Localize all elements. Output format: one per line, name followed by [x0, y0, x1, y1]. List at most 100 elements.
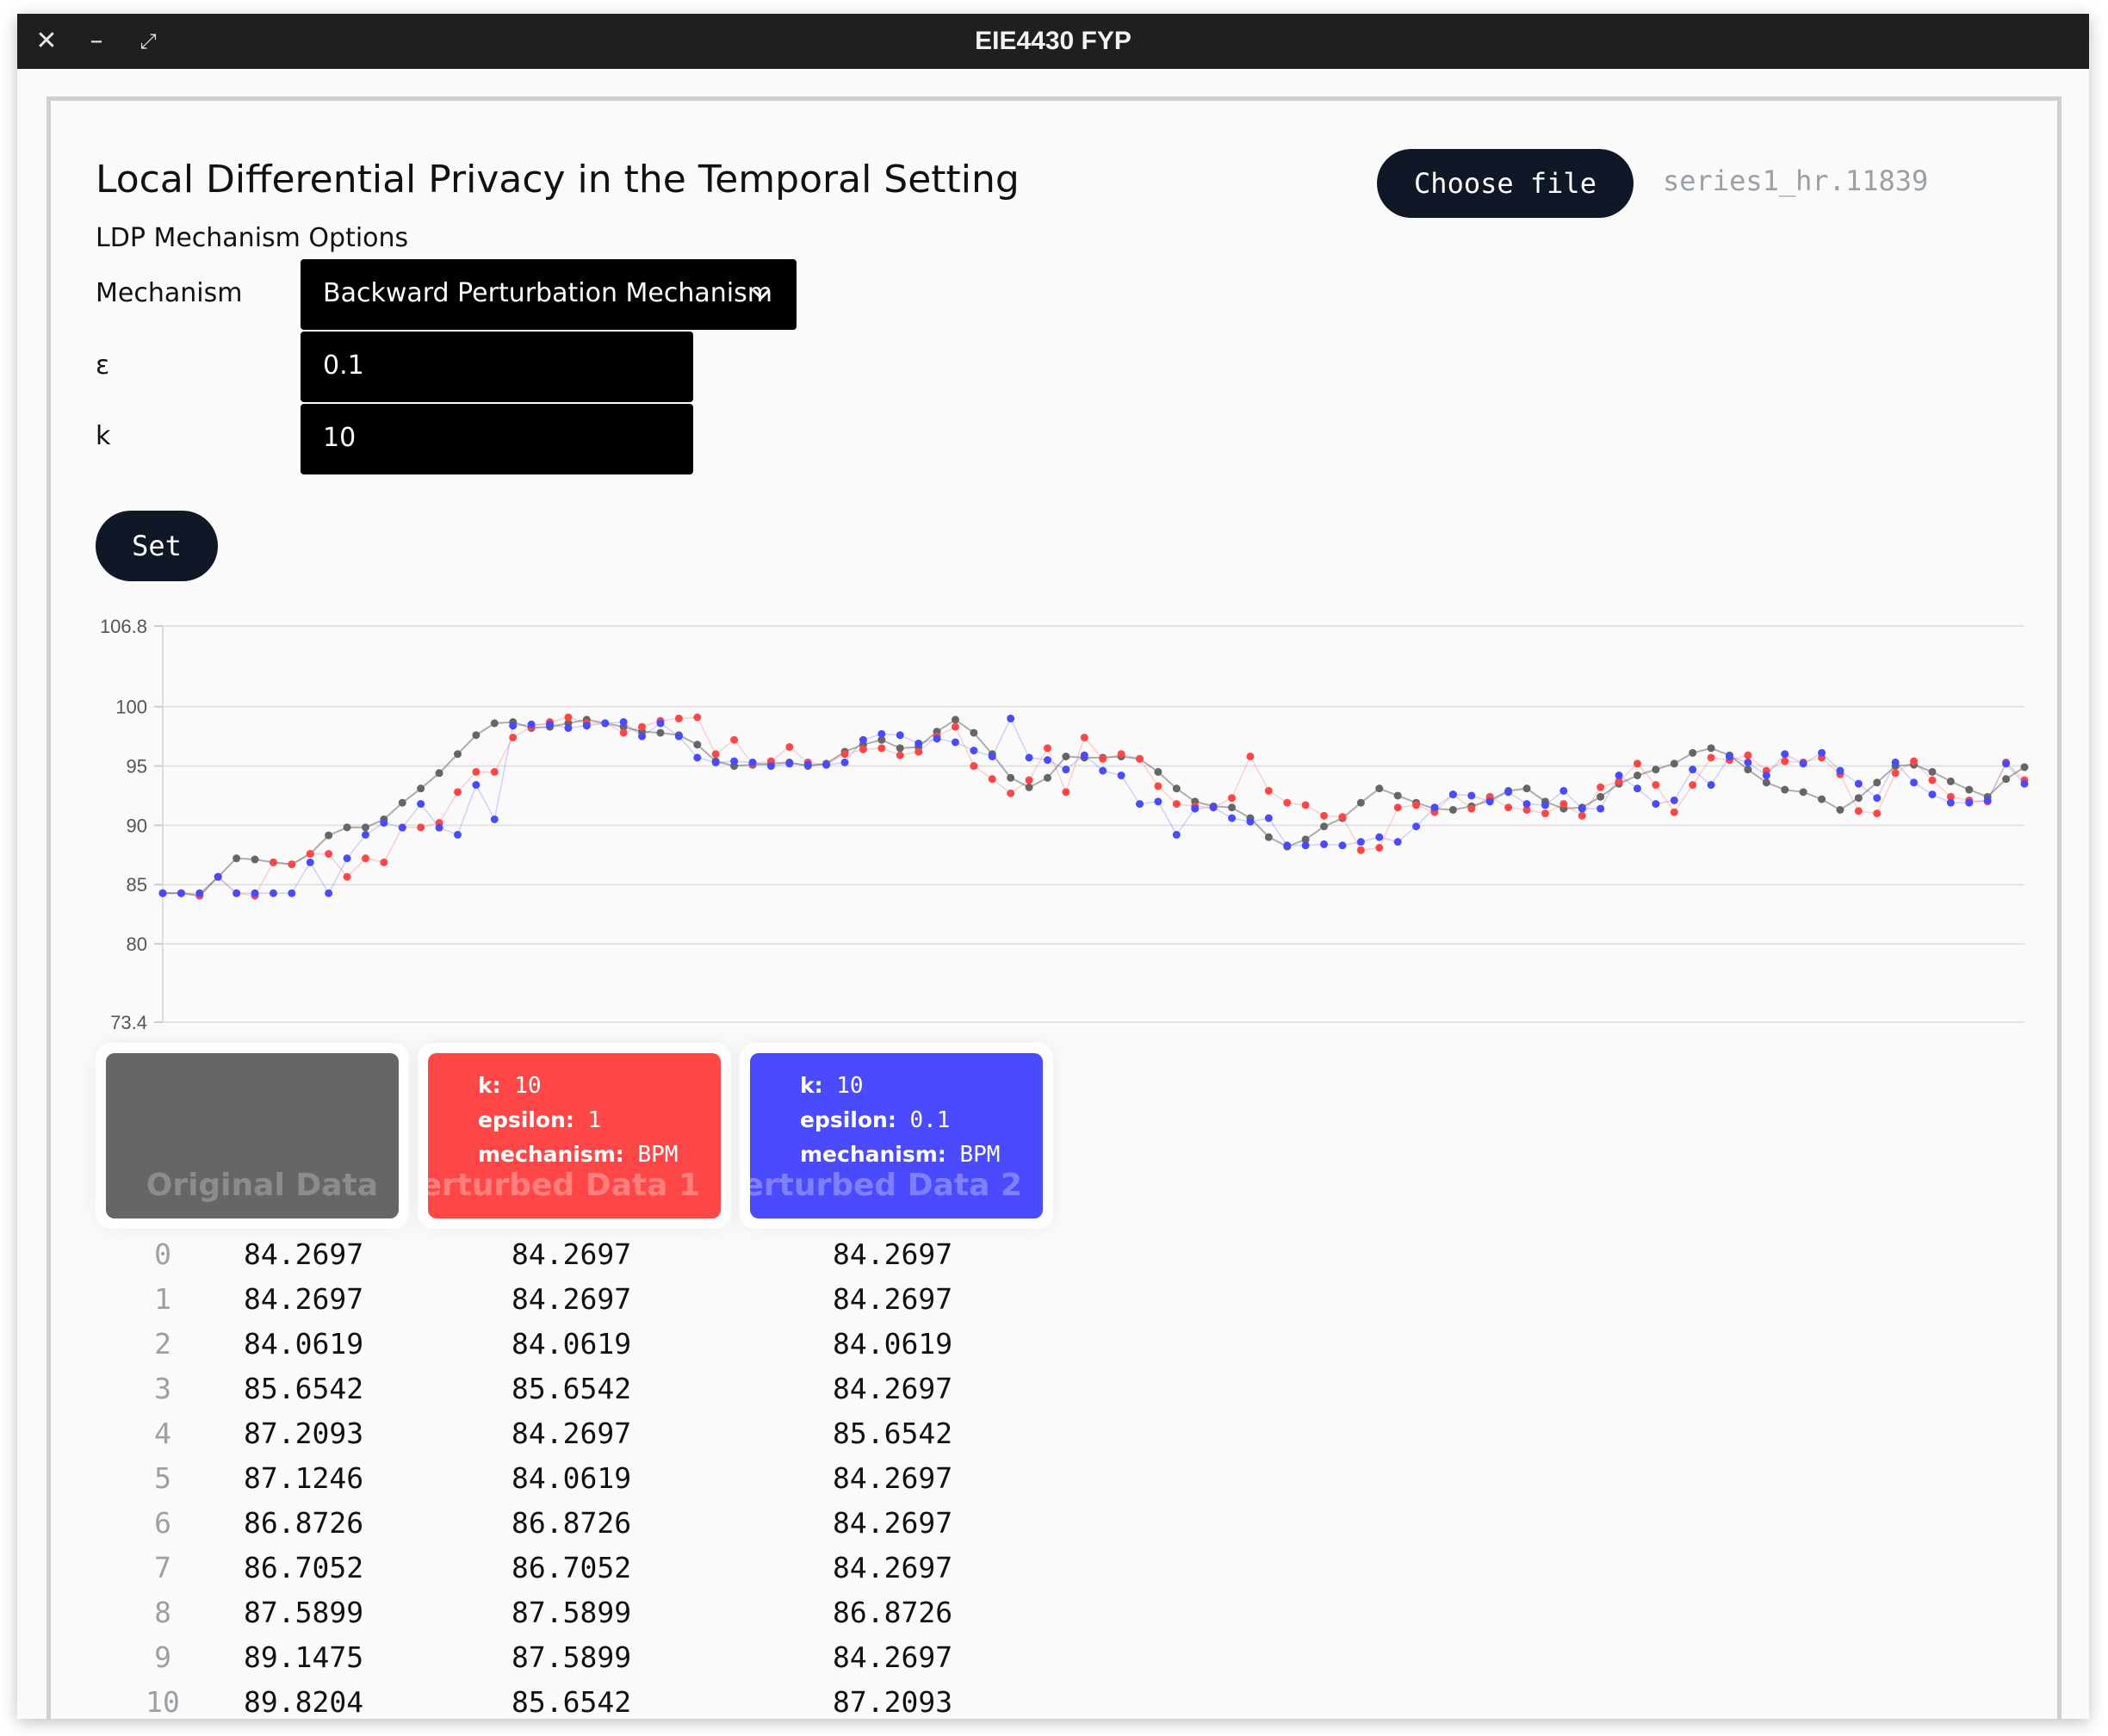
data-point: [1781, 750, 1789, 759]
data-point: [1062, 752, 1070, 760]
data-point: [822, 760, 831, 769]
data-point: [785, 760, 794, 768]
data-point: [306, 858, 314, 866]
data-point: [840, 750, 849, 759]
original-value: 87.1246: [244, 1461, 364, 1495]
perturbed1-value: 84.0619: [512, 1461, 632, 1495]
data-point: [1154, 767, 1162, 776]
data-point: [361, 830, 369, 839]
data-point: [1062, 788, 1070, 797]
legend-perturbed-data-2[interactable]: k: 10 epsilon: 0.1 mechanism: BPM Pertur…: [750, 1053, 1043, 1218]
data-point: [1228, 803, 1237, 812]
data-point: [951, 722, 959, 731]
perturbed2-value: 84.0619: [833, 1327, 953, 1361]
data-point: [1965, 798, 1974, 807]
data-point: [1043, 773, 1051, 782]
window-title: EIE4430 FYP: [975, 27, 1132, 55]
data-point: [398, 798, 406, 807]
data-point: [896, 751, 904, 760]
data-point: [1264, 814, 1273, 822]
data-point: [1136, 800, 1144, 809]
data-point: [1485, 797, 1494, 806]
epsilon-input[interactable]: 0.1: [301, 332, 693, 402]
data-point: [1689, 766, 1697, 774]
page-title: Local Differential Privacy in the Tempor…: [96, 158, 1020, 202]
mechanism-key: mechanism:: [800, 1142, 946, 1167]
data-point: [951, 716, 959, 724]
data-point: [2002, 775, 2011, 784]
data-point: [564, 713, 573, 722]
perturbed2-value: 84.2697: [833, 1640, 953, 1674]
data-point: [1375, 844, 1384, 852]
data-point: [1154, 782, 1162, 790]
data-point: [1652, 781, 1660, 790]
data-point: [1007, 789, 1015, 797]
data-point: [1356, 846, 1365, 854]
epsilon-key: epsilon:: [800, 1107, 896, 1132]
data-point: [417, 800, 425, 809]
data-point: [1467, 804, 1476, 813]
legend-perturbed1-info: k: 10 epsilon: 1 mechanism: BPM: [478, 1069, 678, 1172]
data-point: [343, 823, 351, 832]
data-point: [1652, 766, 1660, 774]
data-point: [1301, 841, 1310, 850]
original-value: 84.2697: [244, 1282, 364, 1316]
data-point: [527, 720, 536, 728]
data-point: [914, 739, 923, 747]
original-value: 85.6542: [244, 1372, 364, 1405]
data-point: [1467, 791, 1476, 800]
perturbed2-value: 84.2697: [833, 1551, 953, 1584]
title-bar: ✕ – ⤢ EIE4430 FYP: [17, 14, 2089, 69]
data-point: [325, 831, 333, 840]
data-point: [693, 713, 702, 722]
data-point: [2002, 760, 2011, 768]
legend-perturbed2-name: Perturbed Data 2: [750, 1168, 1022, 1203]
data-point: [1393, 838, 1402, 846]
data-point: [490, 815, 499, 823]
chevron-down-icon: [750, 259, 772, 356]
data-point: [1946, 798, 1955, 807]
main-panel: Local Differential Privacy in the Tempor…: [46, 96, 2062, 1719]
table-row: 0 84.2697 84.2697 84.2697: [51, 1237, 1084, 1282]
data-point: [1136, 754, 1144, 763]
perturbed1-value: 86.7052: [512, 1551, 632, 1584]
data-point: [1375, 784, 1384, 793]
legend-original-data[interactable]: Original Data: [106, 1053, 399, 1218]
data-point: [1393, 791, 1402, 800]
data-point: [1596, 792, 1605, 801]
data-point: [1541, 801, 1549, 809]
epsilon-value: 1: [587, 1107, 602, 1133]
legend-perturbed-data-1[interactable]: k: 10 epsilon: 1 mechanism: BPM Perturbe…: [428, 1053, 721, 1218]
epsilon-key: epsilon:: [478, 1107, 574, 1132]
k-input[interactable]: 10: [301, 404, 693, 474]
data-point: [711, 750, 720, 759]
data-point: [1836, 766, 1844, 775]
row-index: 0: [154, 1237, 171, 1271]
mechanism-select[interactable]: Backward Perturbation Mechanism: [301, 259, 797, 330]
data-point: [1633, 784, 1641, 793]
data-point: [711, 758, 720, 766]
y-tick-label: 100: [115, 697, 147, 718]
row-index: 7: [154, 1551, 171, 1584]
data-point: [1228, 814, 1237, 822]
perturbed1-value: 87.5899: [512, 1596, 632, 1629]
data-point: [1891, 758, 1900, 766]
data-point: [970, 762, 978, 771]
data-point: [1283, 841, 1292, 850]
data-point: [435, 769, 443, 778]
set-button[interactable]: Set: [96, 511, 218, 581]
data-point: [988, 775, 996, 784]
data-point: [417, 784, 425, 793]
choose-file-button[interactable]: Choose file: [1377, 149, 1634, 218]
perturbed1-value: 84.0619: [512, 1327, 632, 1361]
data-point: [288, 889, 296, 897]
perturbed2-value: 84.2697: [833, 1372, 953, 1405]
data-point: [1707, 753, 1715, 762]
data-point: [472, 781, 480, 790]
mechanism-select-value: Backward Perturbation Mechanism: [323, 278, 772, 308]
data-point: [1744, 751, 1752, 760]
data-point: [1596, 804, 1605, 813]
perturbed1-value: 85.6542: [512, 1372, 632, 1405]
data-point: [1854, 779, 1863, 788]
perturbed2-value: 86.8726: [833, 1596, 953, 1629]
